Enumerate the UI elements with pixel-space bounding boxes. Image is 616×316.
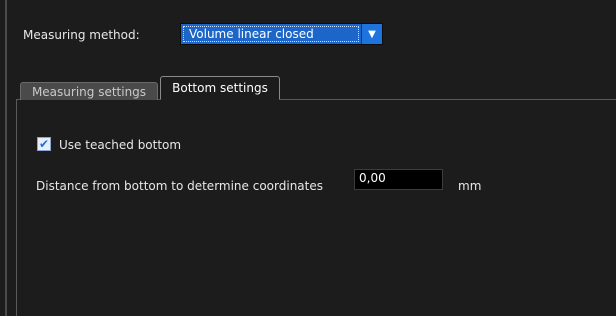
chevron-down-icon[interactable]: ▼ — [361, 24, 382, 44]
tab-bottom-settings[interactable]: Bottom settings — [160, 76, 280, 100]
tab-bottom-settings-label: Bottom settings — [172, 81, 268, 95]
measuring-method-value: Volume linear closed — [183, 26, 359, 42]
use-teached-bottom-label[interactable]: Use teached bottom — [59, 138, 181, 152]
window-left-border — [5, 0, 7, 316]
measuring-method-select[interactable]: Volume linear closed ▼ — [180, 23, 383, 45]
tab-measuring-settings[interactable]: Measuring settings — [20, 82, 158, 100]
distance-unit-label: mm — [458, 179, 482, 193]
checkmark-icon: ✔ — [38, 137, 50, 151]
measuring-method-label: Measuring method: — [23, 28, 140, 42]
tab-measuring-settings-label: Measuring settings — [31, 84, 147, 99]
use-teached-bottom-checkbox[interactable]: ✔ — [37, 137, 51, 151]
distance-from-bottom-label: Distance from bottom to determine coordi… — [36, 179, 323, 193]
bottom-settings-panel — [16, 100, 616, 316]
distance-from-bottom-input[interactable]: 0,00 — [354, 169, 443, 190]
